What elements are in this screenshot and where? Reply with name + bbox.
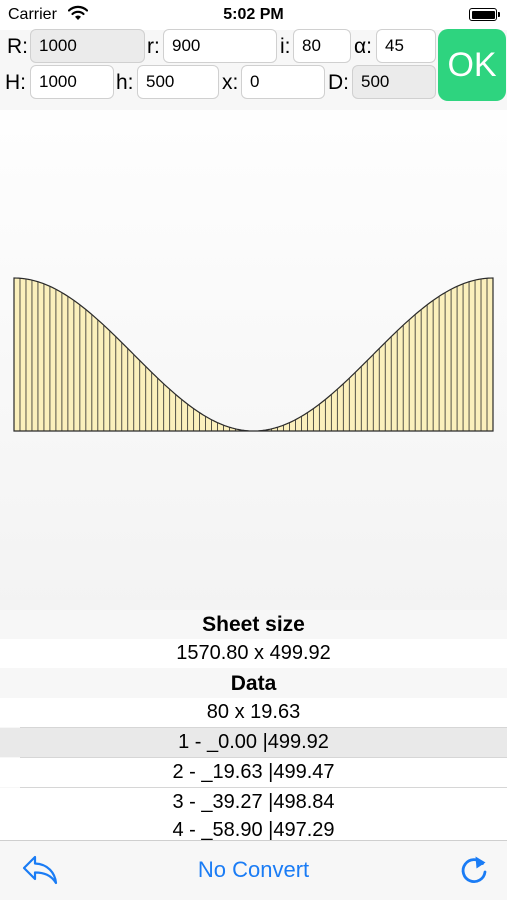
x-field[interactable] [241,65,325,99]
undo-icon[interactable] [20,853,60,887]
no-convert-button[interactable]: No Convert [198,857,309,882]
sheet-size-header: Sheet size [0,610,507,639]
sheet-size-value: 1570.80 x 499.92 [0,639,507,668]
param-r-label: r: [147,35,160,58]
data-row[interactable]: 3 - _39.27 |498.84 [0,788,507,817]
data-header: Data [0,669,507,698]
param-x-label: x: [222,71,239,94]
D-field[interactable] [352,65,436,99]
data-row[interactable]: 2 - _19.63 |499.47 [0,758,507,787]
h-field[interactable] [137,65,219,99]
bottom-toolbar: No Convert [0,840,507,900]
battery-icon [469,8,500,21]
status-bar: Carrier 5:02 PM [0,0,507,30]
param-alpha-label: α: [354,35,372,58]
r-field[interactable] [163,29,277,63]
param-h-big-label: H: [5,71,26,94]
refresh-icon[interactable] [456,853,492,889]
param-h-label: h: [116,71,134,94]
i-field[interactable] [293,29,351,63]
clock: 5:02 PM [223,6,284,23]
param-d-label: D: [328,71,349,94]
param-i-label: i: [280,35,291,58]
ok-button[interactable]: OK [438,29,506,101]
data-row[interactable]: 4 - _58.90 |497.29 [0,816,507,840]
param-row-1: R: r: i: α: [0,27,507,67]
param-row-2: H: h: x: D: [0,63,507,103]
data-row[interactable]: 1 - _0.00 |499.92 [0,728,507,757]
H-field[interactable] [30,65,114,99]
alpha-field[interactable] [376,29,436,63]
param-r-big-label: R: [7,35,28,58]
R-field[interactable] [30,29,145,63]
data-summary: 80 x 19.63 [0,698,507,727]
sheet-drawing [0,110,507,610]
